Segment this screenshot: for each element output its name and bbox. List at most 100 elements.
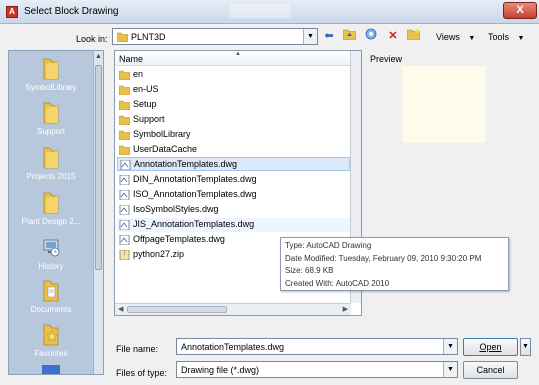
open-options-dropdown[interactable]: ▼: [520, 338, 531, 356]
title-bar: A Select Block Drawing X: [0, 0, 539, 24]
window-title: Select Block Drawing: [24, 6, 119, 17]
preview-image: [402, 66, 486, 143]
list-item-label: Support: [133, 114, 165, 124]
list-item-file[interactable]: DIN_AnnotationTemplates.dwg: [117, 173, 297, 187]
place-plant-design[interactable]: Plant Design 2...: [9, 189, 93, 226]
folder-icon: [119, 70, 130, 80]
place-favorites[interactable]: Favorites: [9, 321, 93, 358]
list-item-label: SymbolLibrary: [133, 129, 191, 139]
open-label: Open: [479, 342, 502, 352]
chevron-down-icon[interactable]: ▼: [303, 29, 317, 44]
files-of-type-label: Files of type:: [116, 368, 168, 378]
list-item-label: AnnotationTemplates.dwg: [134, 159, 238, 169]
list-item-label: ISO_AnnotationTemplates.dwg: [133, 189, 257, 199]
list-item-label: en-US: [133, 84, 159, 94]
list-item-file[interactable]: OffpageTemplates.dwg: [117, 233, 297, 247]
places-scrollbar[interactable]: ▲: [93, 51, 103, 374]
list-item-folder[interactable]: SymbolLibrary: [117, 128, 237, 142]
tooltip-date-modified: Date Modified: Tuesday, February 09, 201…: [285, 253, 482, 263]
place-label: SymbolLibrary: [25, 83, 77, 92]
close-button[interactable]: X: [503, 2, 537, 19]
chevron-down-icon[interactable]: ▼: [443, 339, 457, 354]
list-item-folder[interactable]: UserDataCache: [117, 143, 237, 157]
dwg-file-icon: [119, 220, 130, 230]
dwg-file-icon: [120, 160, 131, 170]
file-name-field[interactable]: AnnotationTemplates.dwg ▼: [176, 338, 458, 355]
folder-icon: [43, 192, 59, 214]
up-folder-icon[interactable]: [342, 28, 356, 45]
views-label: Views: [436, 32, 460, 42]
scroll-thumb[interactable]: [95, 65, 102, 270]
list-item-folder[interactable]: en: [117, 68, 237, 82]
back-icon[interactable]: ⬅: [322, 28, 336, 45]
place-symbollibrary[interactable]: SymbolLibrary: [9, 55, 93, 92]
name-column-header[interactable]: ▲ Name: [115, 51, 351, 66]
zip-file-icon: [119, 250, 130, 260]
folder-icon: [119, 85, 130, 95]
list-item-label: python27.zip: [133, 249, 185, 259]
place-label: Projects 2015: [26, 172, 76, 181]
tools-label: Tools: [488, 32, 510, 42]
place-partial[interactable]: [9, 365, 93, 374]
list-item-file-hover[interactable]: JIS_AnnotationTemplates.dwg: [117, 218, 350, 232]
sort-up-icon: ▲: [235, 51, 241, 57]
files-of-type-value: Drawing file (*.dwg): [181, 365, 260, 375]
dwg-file-icon: [119, 175, 130, 185]
background-window-fade: [230, 4, 290, 18]
list-item-label: DIN_AnnotationTemplates.dwg: [133, 174, 257, 184]
files-of-type-dropdown[interactable]: Drawing file (*.dwg) ▼: [176, 361, 458, 378]
file-name-value: AnnotationTemplates.dwg: [181, 342, 285, 352]
open-button[interactable]: Open: [463, 338, 518, 356]
dwg-file-icon: [119, 235, 130, 245]
history-icon: [43, 239, 60, 257]
place-label: Plant Design 2...: [21, 217, 81, 226]
autocad-app-icon: A: [6, 6, 18, 18]
place-label: Favorites: [34, 349, 68, 358]
place-projects-2015[interactable]: Projects 2015: [9, 144, 93, 181]
scroll-up-icon[interactable]: ▲: [95, 53, 102, 60]
places-bar: SymbolLibrary Support Projects 2015 Plan…: [8, 50, 104, 375]
place-label: Support: [36, 127, 66, 136]
folder-icon: [117, 32, 128, 42]
tools-menu[interactable]: Tools ▼: [488, 32, 524, 42]
list-item-label: UserDataCache: [133, 144, 198, 154]
file-list-hscrollbar[interactable]: ◀ ▶: [115, 303, 351, 315]
new-folder-icon[interactable]: [406, 28, 420, 45]
list-item-file[interactable]: ISO_AnnotationTemplates.dwg: [117, 188, 297, 202]
place-history[interactable]: History: [9, 234, 93, 271]
scroll-thumb[interactable]: [127, 306, 227, 313]
desktop-icon: [42, 365, 60, 374]
list-item-file-selected[interactable]: AnnotationTemplates.dwg: [117, 157, 350, 171]
favorites-icon: [43, 324, 59, 346]
list-item-folder[interactable]: en-US: [117, 83, 237, 97]
folder-icon: [43, 58, 59, 80]
cancel-button[interactable]: Cancel: [463, 361, 518, 379]
list-item-label: OffpageTemplates.dwg: [133, 234, 225, 244]
scroll-left-icon[interactable]: ◀: [118, 305, 123, 313]
tooltip-size: Size: 68.9 KB: [285, 266, 334, 275]
delete-icon[interactable]: ✕: [386, 28, 400, 45]
list-item-label: JIS_AnnotationTemplates.dwg: [133, 219, 255, 229]
list-item-folder[interactable]: Support: [117, 113, 237, 127]
list-item-label: en: [133, 69, 144, 79]
list-item-folder[interactable]: Setup: [117, 98, 237, 112]
place-support[interactable]: Support: [9, 99, 93, 136]
place-documents[interactable]: Documents: [9, 277, 93, 314]
folder-icon: [43, 147, 59, 169]
place-label: History: [38, 262, 64, 271]
folder-icon: [119, 115, 130, 125]
search-web-icon[interactable]: [364, 28, 378, 45]
folder-icon: [119, 130, 130, 140]
chevron-down-icon: ▼: [468, 35, 476, 42]
dwg-file-icon: [119, 190, 130, 200]
documents-icon: [43, 280, 59, 302]
chevron-down-icon[interactable]: ▼: [443, 362, 457, 377]
list-item-file[interactable]: IsoSymbolStyles.dwg: [117, 203, 297, 217]
look-in-dropdown[interactable]: PLNT3D ▼: [112, 28, 318, 45]
column-header-label: Name: [119, 54, 144, 64]
views-menu[interactable]: Views ▼: [436, 32, 475, 42]
dwg-file-icon: [119, 205, 130, 215]
place-label: Documents: [30, 305, 72, 314]
scroll-right-icon[interactable]: ▶: [343, 305, 348, 313]
list-item-file[interactable]: python27.zip: [117, 248, 297, 262]
